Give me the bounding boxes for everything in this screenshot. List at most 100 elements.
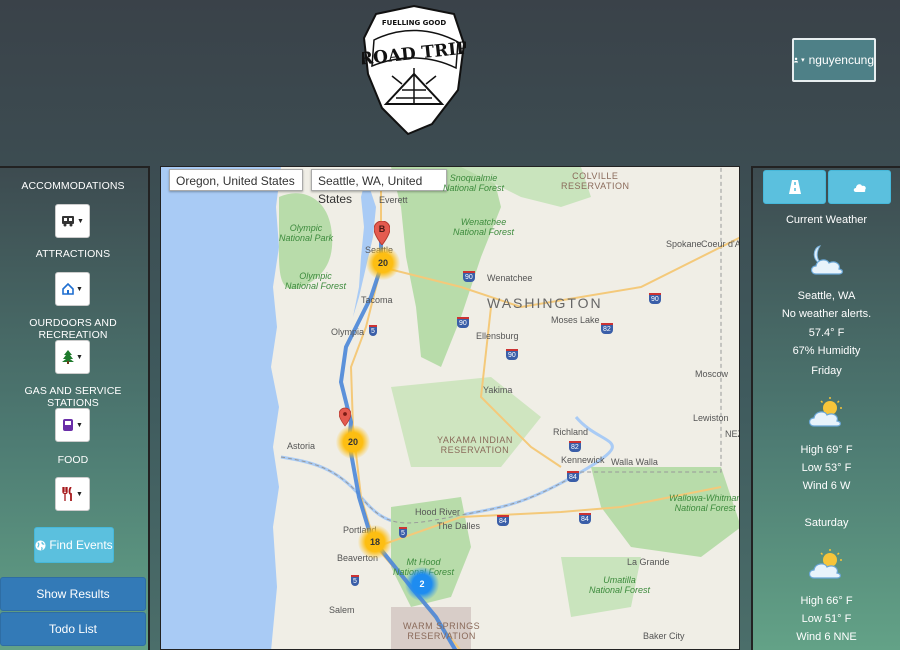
globe-icon: [35, 539, 46, 551]
partly-cloudy-icon: [808, 397, 842, 427]
marker-cluster[interactable]: 2: [405, 567, 439, 601]
route-map[interactable]: Oregon, United States Seattle, WA, Unite…: [160, 166, 740, 650]
place-olympia: Olympia: [331, 327, 365, 337]
map-marker-b[interactable]: B: [374, 221, 390, 245]
rv-icon: [62, 216, 75, 227]
weather-tab-button[interactable]: [828, 170, 891, 204]
place-ellensburg: Ellensburg: [476, 331, 519, 341]
place-baker: Baker City: [643, 631, 685, 641]
forecast-wind: Wind 6 W: [802, 480, 851, 492]
category-label-attractions: ATTRACTIONS: [35, 248, 111, 260]
park-wenatchee: Wenatchee National Forest: [453, 217, 515, 237]
park-snoqualmie: Snoqualmie National Forest: [443, 173, 505, 193]
place-dalles: The Dalles: [437, 521, 481, 531]
show-results-label: Show Results: [36, 587, 110, 601]
marker-cluster[interactable]: 20: [366, 246, 400, 280]
todo-list-button[interactable]: Todo List: [0, 612, 146, 646]
place-spokane: Spokane: [666, 239, 702, 249]
place-richland: Richland: [553, 427, 589, 437]
destination-input[interactable]: Seattle, WA, United States: [311, 169, 447, 206]
place-nez: NEZ: [725, 429, 739, 439]
svg-text:B: B: [379, 224, 386, 234]
park-olympic-np: Olympic National Park: [279, 223, 334, 243]
forecast-day-label: Friday: [811, 365, 842, 377]
accommodations-dropdown-button[interactable]: ▼: [55, 204, 90, 238]
road-icon: [788, 180, 801, 194]
highway-shield: 84: [579, 513, 591, 524]
fuel-icon: [63, 419, 74, 431]
attractions-dropdown-button[interactable]: ▼: [55, 272, 90, 306]
current-humidity: 67% Humidity: [792, 345, 861, 357]
caret-down-icon: ▼: [76, 285, 83, 293]
place-tacoma: Tacoma: [361, 295, 393, 305]
highway-shield: 90: [649, 293, 661, 304]
park-wallowa: Wallowa-Whitman National Forest: [669, 493, 740, 513]
map-canvas[interactable]: [161, 167, 740, 650]
place-yakima: Yakima: [483, 385, 513, 395]
place-salem: Salem: [329, 605, 355, 615]
show-results-button[interactable]: Show Results: [0, 577, 146, 611]
forecast-day-label: Saturday: [804, 517, 849, 529]
state-label: WASHINGTON: [487, 295, 603, 311]
weather-panel: Current Weather Seattle, WA No weather a…: [751, 166, 900, 650]
cutlery-icon: [62, 487, 72, 501]
road-trip-logo[interactable]: FUELLING GOOD ROAD TRIP: [362, 4, 466, 136]
current-temperature: 57.4° F: [808, 327, 845, 339]
weather-alerts: No weather alerts.: [781, 308, 872, 320]
forecast-high: High 69° F: [800, 444, 853, 456]
place-wenatchee: Wenatchee: [487, 273, 533, 283]
outdoors-dropdown-button[interactable]: ▼: [55, 340, 90, 374]
highway-shield: 82: [569, 441, 581, 452]
highway-shield: 5: [369, 325, 377, 336]
park-olympic-nf: Olympic National Forest: [285, 271, 347, 291]
place-moscow: Moscow: [695, 369, 729, 379]
cloud-moon-icon: [810, 245, 843, 275]
res-yakama: YAKAMA INDIAN RESERVATION: [437, 435, 513, 455]
weather-location: Seattle, WA: [797, 290, 856, 302]
caret-down-icon: ▼: [76, 421, 83, 429]
gas-stations-dropdown-button[interactable]: ▼: [55, 408, 90, 442]
place-coeur: Coeur d'Alen: [701, 239, 740, 249]
highway-shield: 5: [399, 527, 407, 538]
current-weather-title: Current Weather: [785, 214, 868, 226]
res-colville: COLVILLE RESERVATION: [561, 171, 630, 191]
marker-cluster[interactable]: 20: [336, 425, 370, 459]
caret-down-icon: ▼: [76, 353, 83, 361]
partly-cloudy-icon: [808, 549, 842, 579]
res-warm-springs: WARM SPRINGS RESERVATION: [403, 621, 481, 641]
category-label-food: FOOD: [57, 454, 89, 466]
place-hood-river: Hood River: [415, 507, 461, 517]
tree-icon: [62, 350, 75, 364]
highway-shield: 90: [463, 271, 475, 282]
ocean-area: [161, 167, 281, 649]
logo-top-text: FUELLING GOOD: [382, 19, 446, 27]
caret-down-icon: ▾: [801, 57, 805, 64]
marker-cluster[interactable]: 18: [358, 525, 392, 559]
place-la-grande: La Grande: [627, 557, 670, 567]
forecast-wind: Wind 6 NNE: [796, 631, 857, 643]
place-moses-lake: Moses Lake: [551, 315, 600, 325]
map-marker-a[interactable]: [339, 407, 351, 427]
forecast-low: Low 53° F: [801, 462, 852, 474]
park-umatilla: Umatilla National Forest: [589, 575, 651, 595]
food-dropdown-button[interactable]: ▼: [55, 477, 90, 511]
todo-list-label: Todo List: [48, 622, 98, 636]
forecast-low: Low 51° F: [801, 613, 852, 625]
road-tab-button[interactable]: [763, 170, 826, 204]
user-menu-button[interactable]: ▾ nguyencung: [792, 38, 876, 82]
place-kennewick: Kennewick: [561, 455, 605, 465]
forecast-high: High 66° F: [800, 595, 853, 607]
highway-shield: 84: [567, 471, 579, 482]
origin-input[interactable]: Oregon, United States: [169, 169, 303, 191]
category-label-outdoors: OURDOORS AND RECREATION: [29, 317, 117, 341]
caret-down-icon: ▼: [76, 490, 83, 498]
cloud-icon: [853, 184, 866, 192]
home-icon: [62, 283, 74, 295]
find-events-button[interactable]: Find Events: [34, 527, 114, 563]
user-icon: [794, 57, 799, 63]
highway-shield: 90: [457, 317, 469, 328]
place-everett: Everett: [379, 195, 408, 205]
caret-down-icon: ▼: [77, 217, 84, 225]
place-astoria: Astoria: [287, 441, 316, 451]
find-events-label: Find Events: [49, 538, 113, 552]
